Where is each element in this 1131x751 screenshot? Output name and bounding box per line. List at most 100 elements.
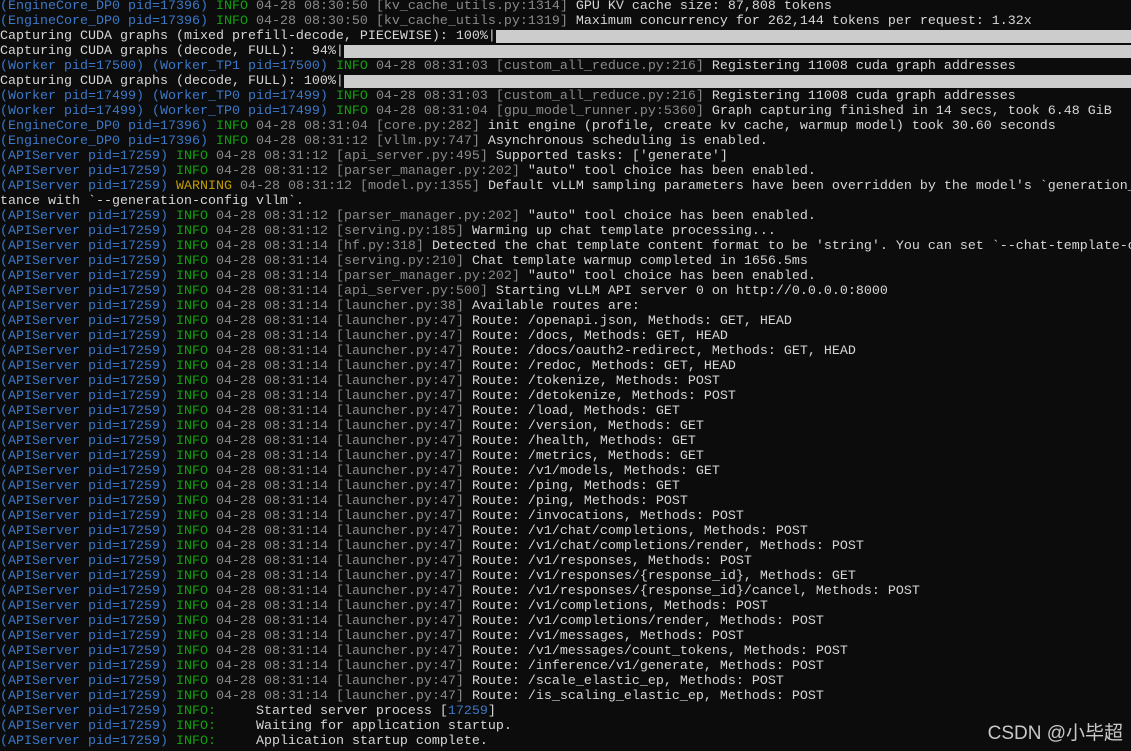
- timestamp: 04-28 08:31:14: [215, 359, 328, 374]
- log-line: (APIServer pid=17259) INFO 04-28 08:31:1…: [0, 254, 1131, 269]
- process-prefix: (APIServer pid=17259): [0, 464, 168, 479]
- timestamp: 04-28 08:31:14: [215, 584, 328, 599]
- process-prefix: (APIServer pid=17259): [0, 359, 168, 374]
- log-line: (EngineCore_DP0 pid=17396) INFO 04-28 08…: [0, 134, 1131, 149]
- process-prefix: (APIServer pid=17259): [0, 524, 168, 539]
- log-message: Route: /v1/models, Methods: GET: [471, 464, 720, 479]
- log-level: INFO: [175, 284, 208, 299]
- source-location: [parser_manager.py:202]: [335, 209, 520, 224]
- timestamp: 04-28 08:31:14: [215, 659, 328, 674]
- process-prefix: (APIServer pid=17259): [0, 209, 168, 224]
- log-message: Waiting for application startup.: [223, 719, 512, 734]
- source-location: [api_server.py:495]: [335, 149, 488, 164]
- source-location: [launcher.py:47]: [335, 659, 464, 674]
- process-prefix: (Worker pid=17500) (Worker_TP1 pid=17500…: [0, 59, 328, 74]
- log-level: INFO: [175, 389, 208, 404]
- process-prefix: (APIServer pid=17259): [0, 614, 168, 629]
- timestamp: 04-28 08:31:12: [255, 134, 368, 149]
- source-location: [launcher.py:47]: [335, 494, 464, 509]
- log-level: INFO: [175, 224, 208, 239]
- log-line: (Worker pid=17500) (Worker_TP1 pid=17500…: [0, 59, 1131, 74]
- log-level: INFO: [175, 689, 208, 704]
- log-line: (APIServer pid=17259) INFO 04-28 08:31:1…: [0, 554, 1131, 569]
- log-level: INFO: [175, 659, 208, 674]
- timestamp: 04-28 08:31:14: [215, 299, 328, 314]
- log-level: INFO: [175, 569, 208, 584]
- source-location: [serving.py:210]: [335, 254, 464, 269]
- timestamp: 04-28 08:31:14: [215, 554, 328, 569]
- timestamp: 04-28 08:31:14: [215, 479, 328, 494]
- timestamp: 04-28 08:31:14: [215, 644, 328, 659]
- log-message: "auto" tool choice has been enabled.: [527, 164, 816, 179]
- process-prefix: (APIServer pid=17259): [0, 494, 168, 509]
- timestamp: 04-28 08:31:14: [215, 329, 328, 344]
- source-location: [launcher.py:47]: [335, 614, 464, 629]
- timestamp: 04-28 08:31:14: [215, 374, 328, 389]
- log-level: WARNING: [175, 179, 232, 194]
- source-location: [model.py:1355]: [359, 179, 480, 194]
- log-message: Route: /v1/responses, Methods: POST: [471, 554, 752, 569]
- process-prefix: (APIServer pid=17259): [0, 254, 168, 269]
- process-prefix: (APIServer pid=17259): [0, 734, 168, 749]
- log-message: Route: /ping, Methods: GET: [471, 479, 680, 494]
- log-line: (APIServer pid=17259) INFO 04-28 08:31:1…: [0, 239, 1131, 254]
- process-prefix: (APIServer pid=17259): [0, 404, 168, 419]
- source-location: [serving.py:185]: [335, 224, 464, 239]
- log-line: (APIServer pid=17259) INFO 04-28 08:31:1…: [0, 434, 1131, 449]
- timestamp: 04-28 08:31:14: [215, 674, 328, 689]
- log-message-end: ]: [487, 704, 496, 719]
- timestamp: 04-28 08:31:14: [215, 434, 328, 449]
- source-location: [custom_all_reduce.py:216]: [495, 59, 704, 74]
- log-line: Capturing CUDA graphs (decode, FULL): 10…: [0, 74, 1131, 89]
- log-line: Capturing CUDA graphs (mixed prefill-dec…: [0, 29, 1131, 44]
- source-location: [launcher.py:47]: [335, 389, 464, 404]
- timestamp: 04-28 08:31:14: [215, 614, 328, 629]
- process-prefix: (Worker pid=17499) (Worker_TP0 pid=17499…: [0, 89, 328, 104]
- plain-text: tance with `--generation-config vllm`.: [0, 194, 304, 209]
- log-line: (APIServer pid=17259) INFO 04-28 08:31:1…: [0, 374, 1131, 389]
- log-level: INFO: [175, 149, 208, 164]
- log-message: Route: /v1/messages, Methods: POST: [471, 629, 744, 644]
- log-message: Maximum concurrency for 262,144 tokens p…: [575, 14, 1032, 29]
- source-location: [launcher.py:47]: [335, 584, 464, 599]
- source-location: [launcher.py:47]: [335, 374, 464, 389]
- timestamp: 04-28 08:31:14: [215, 254, 328, 269]
- log-line: (APIServer pid=17259) INFO 04-28 08:31:1…: [0, 599, 1131, 614]
- timestamp: 04-28 08:31:14: [215, 464, 328, 479]
- log-line: (EngineCore_DP0 pid=17396) INFO 04-28 08…: [0, 119, 1131, 134]
- plain-text: Capturing CUDA graphs (mixed prefill-dec…: [0, 29, 496, 44]
- timestamp: 04-28 08:31:14: [215, 389, 328, 404]
- log-message: Route: /version, Methods: GET: [471, 419, 704, 434]
- log-message: Registering 11008 cuda graph addresses: [711, 89, 1016, 104]
- process-prefix: (APIServer pid=17259): [0, 569, 168, 584]
- log-level: INFO:: [175, 719, 216, 734]
- process-prefix: (APIServer pid=17259): [0, 419, 168, 434]
- log-level: INFO: [175, 554, 208, 569]
- log-message: Route: /detokenize, Methods: POST: [471, 389, 736, 404]
- process-prefix: (APIServer pid=17259): [0, 389, 168, 404]
- log-message: Route: /tokenize, Methods: POST: [471, 374, 720, 389]
- source-location: [launcher.py:47]: [335, 419, 464, 434]
- log-message: Route: /openapi.json, Methods: GET, HEAD: [471, 314, 792, 329]
- process-prefix: (APIServer pid=17259): [0, 284, 168, 299]
- process-prefix: (APIServer pid=17259): [0, 269, 168, 284]
- log-line: (APIServer pid=17259) INFO: Waiting for …: [0, 719, 1131, 734]
- log-line: Capturing CUDA graphs (decode, FULL): 94…: [0, 44, 1131, 59]
- timestamp: 04-28 08:31:14: [215, 404, 328, 419]
- timestamp: 04-28 08:31:14: [215, 269, 328, 284]
- progress-bar: [344, 75, 1131, 88]
- log-message: Route: /load, Methods: GET: [471, 404, 680, 419]
- log-line: (APIServer pid=17259) INFO: Application …: [0, 734, 1131, 749]
- log-level: INFO: [175, 344, 208, 359]
- source-location: [launcher.py:47]: [335, 524, 464, 539]
- source-location: [core.py:282]: [375, 119, 480, 134]
- log-line: (EngineCore_DP0 pid=17396) INFO 04-28 08…: [0, 14, 1131, 29]
- log-message: Route: /v1/responses/{response_id}, Meth…: [471, 569, 856, 584]
- process-prefix: (APIServer pid=17259): [0, 164, 168, 179]
- source-location: [launcher.py:47]: [335, 689, 464, 704]
- source-location: [launcher.py:47]: [335, 569, 464, 584]
- log-message: Route: /scale_elastic_ep, Methods: POST: [471, 674, 784, 689]
- log-message: Route: /metrics, Methods: GET: [471, 449, 704, 464]
- timestamp: 04-28 08:31:14: [215, 344, 328, 359]
- log-line: (APIServer pid=17259) INFO: Started serv…: [0, 704, 1131, 719]
